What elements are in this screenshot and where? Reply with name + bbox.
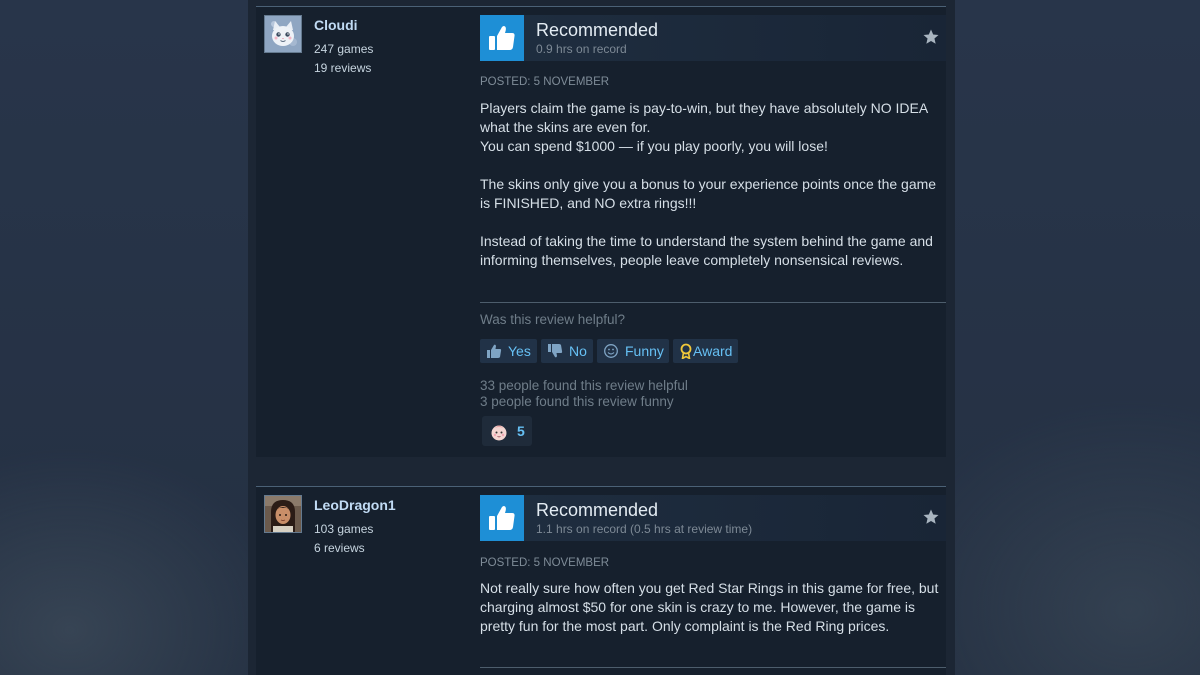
award-label: Award bbox=[693, 343, 733, 359]
thumbs-up-icon bbox=[480, 495, 524, 541]
star-icon[interactable] bbox=[922, 28, 940, 46]
review-card: LeoDragon1 103 games 6 reviews Recommend… bbox=[256, 486, 946, 675]
author-name[interactable]: LeoDragon1 bbox=[314, 497, 396, 513]
cat-avatar[interactable] bbox=[264, 15, 302, 53]
smiley-icon bbox=[604, 344, 618, 358]
posted-date: POSTED: 5 NOVEMBER bbox=[480, 76, 610, 88]
review-verdict-header: Recommended 0.9 hrs on record bbox=[480, 15, 946, 61]
review-paragraph: Instead of taking the time to understand… bbox=[480, 233, 933, 268]
author-games-count[interactable]: 103 games bbox=[314, 522, 373, 536]
award-ribbon-icon bbox=[680, 343, 692, 359]
vote-yes-label: Yes bbox=[508, 343, 531, 359]
helpful-count: 33 people found this review helpful bbox=[480, 378, 688, 393]
portrait-avatar-icon bbox=[265, 496, 301, 532]
star-icon[interactable] bbox=[922, 508, 940, 526]
vote-yes-button[interactable]: Yes bbox=[480, 339, 537, 363]
review-paragraph: The skins only give you a bonus to your … bbox=[480, 176, 937, 211]
divider bbox=[480, 667, 946, 668]
hours-on-record: 1.1 hrs on record (0.5 hrs at review tim… bbox=[536, 522, 753, 536]
review-card: Cloudi 247 games 19 reviews Recommended … bbox=[256, 6, 946, 457]
cat-avatar-icon bbox=[265, 16, 301, 52]
helpful-question: Was this review helpful? bbox=[480, 312, 626, 327]
thumbs-up-icon bbox=[487, 344, 502, 358]
hours-on-record: 0.9 hrs on record bbox=[536, 42, 627, 56]
vote-no-label: No bbox=[569, 343, 587, 359]
author-games-count[interactable]: 247 games bbox=[314, 42, 373, 56]
vote-funny-label: Funny bbox=[625, 343, 664, 359]
funny-count: 3 people found this review funny bbox=[480, 394, 674, 409]
baby-face-icon bbox=[491, 425, 507, 441]
divider bbox=[480, 302, 946, 303]
review-paragraph: Players claim the game is pay-to-win, bu… bbox=[480, 100, 928, 154]
review-content: Players claim the game is pay-to-win, bu… bbox=[480, 99, 944, 270]
verdict-title[interactable]: Recommended bbox=[536, 500, 658, 521]
award-reaction[interactable]: 5 bbox=[482, 416, 532, 446]
review-content: Not really sure how often you get Red St… bbox=[480, 579, 944, 636]
posted-date: POSTED: 5 NOVEMBER bbox=[480, 557, 610, 569]
review-verdict-header: Recommended 1.1 hrs on record (0.5 hrs a… bbox=[480, 495, 946, 541]
verdict-title[interactable]: Recommended bbox=[536, 20, 658, 41]
thumbs-up-icon bbox=[480, 15, 524, 61]
author-reviews-count[interactable]: 6 reviews bbox=[314, 541, 365, 555]
award-count: 5 bbox=[517, 423, 525, 439]
thumbs-down-icon bbox=[548, 344, 563, 358]
vote-no-button[interactable]: No bbox=[541, 339, 593, 363]
author-name[interactable]: Cloudi bbox=[314, 17, 358, 33]
author-reviews-count[interactable]: 19 reviews bbox=[314, 61, 371, 75]
award-button[interactable]: Award bbox=[673, 339, 738, 363]
vote-funny-button[interactable]: Funny bbox=[597, 339, 669, 363]
portrait-avatar[interactable] bbox=[264, 495, 302, 533]
review-paragraph: Not really sure how often you get Red St… bbox=[480, 580, 939, 634]
